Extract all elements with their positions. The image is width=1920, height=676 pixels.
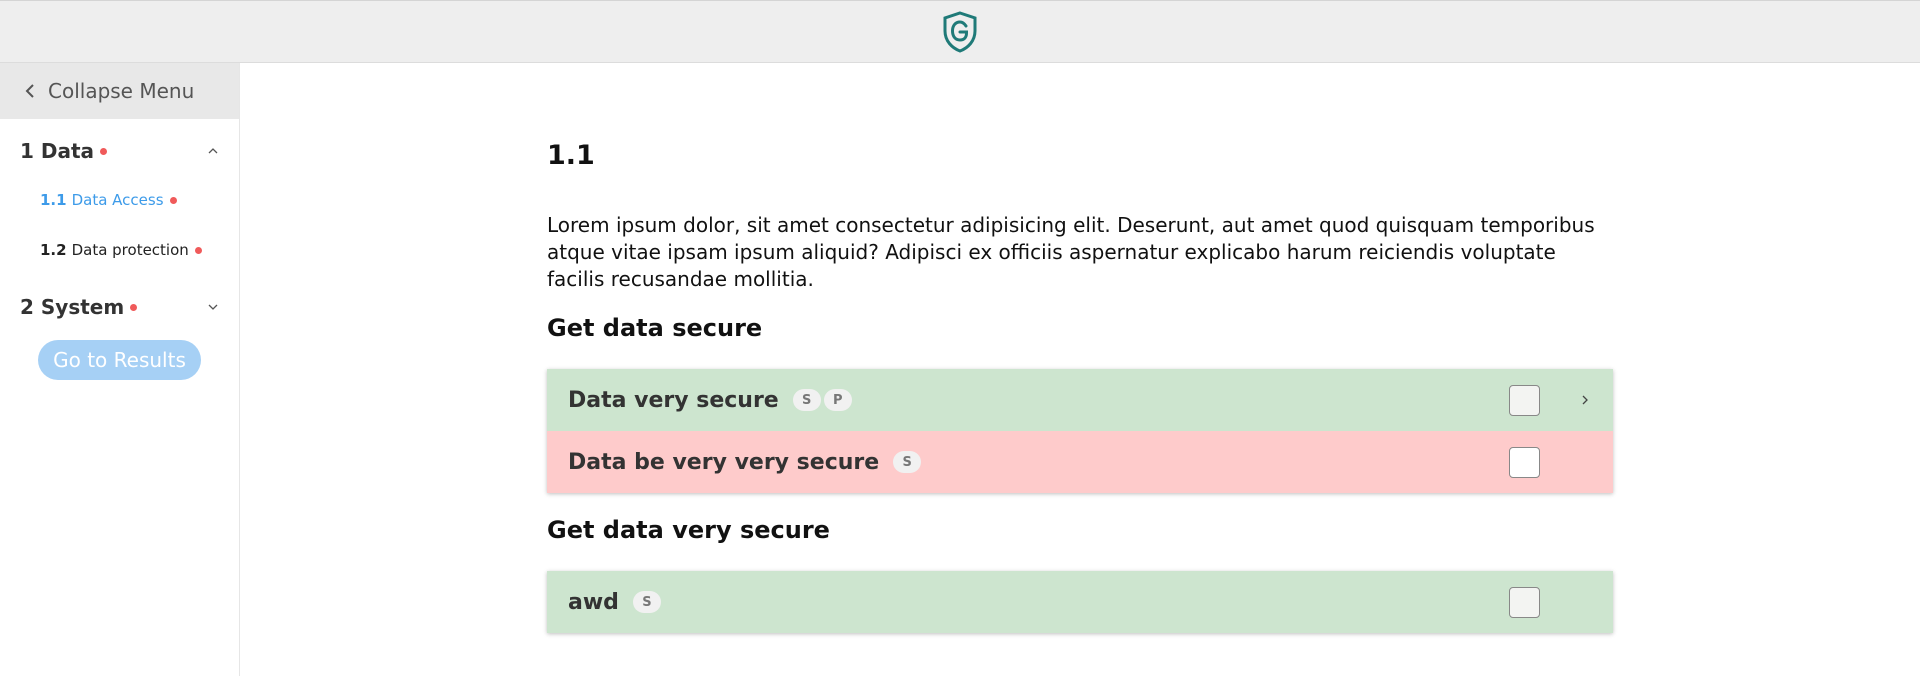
shield-logo-icon[interactable] <box>941 11 979 53</box>
group-title: Get data very secure <box>547 516 830 544</box>
top-bar <box>0 0 1920 63</box>
chevron-right-icon[interactable] <box>1580 394 1590 406</box>
intro-paragraph: Lorem ipsum dolor, sit amet consectetur … <box>547 213 1595 291</box>
question-card: awd S <box>547 571 1613 633</box>
badge: S <box>632 591 661 613</box>
badge-group: S <box>893 451 924 473</box>
item-label: Data Access <box>71 191 164 209</box>
alert-dot <box>194 246 202 254</box>
page-title: 1.1 <box>547 140 595 171</box>
badge-group: S P <box>792 389 855 411</box>
badge-group: S <box>632 591 664 613</box>
question-title: Data be very very secure <box>568 449 880 475</box>
collapse-menu-button[interactable]: Collapse Menu <box>0 63 239 119</box>
question-row[interactable]: Data be very very secure S <box>547 431 1613 493</box>
sidebar: Collapse Menu 1 Data 1.1 Data Access 1.2… <box>0 63 240 676</box>
item-label: Data protection <box>71 241 189 259</box>
badge: S <box>792 389 821 411</box>
alert-dot <box>169 196 177 204</box>
question-title: awd <box>568 589 619 615</box>
go-to-results-button[interactable]: Go to Results <box>38 340 201 380</box>
section-title: 2 System <box>20 295 125 319</box>
badge: S <box>893 451 922 473</box>
collapse-menu-label: Collapse Menu <box>48 79 195 103</box>
question-card: Data very secure S P Data be very very s… <box>547 369 1613 493</box>
question-row[interactable]: Data very secure S P <box>547 369 1613 431</box>
sidebar-item-data-access[interactable]: 1.1 Data Access <box>40 191 177 209</box>
checkbox[interactable] <box>1509 385 1540 416</box>
item-number: 1.1 <box>40 191 67 209</box>
chevron-left-icon <box>25 84 34 98</box>
sidebar-item-data-protection[interactable]: 1.2 Data protection <box>40 241 202 259</box>
chevron-down-icon <box>208 304 218 310</box>
checkbox[interactable] <box>1509 447 1540 478</box>
alert-dot <box>100 147 108 155</box>
question-row[interactable]: awd S <box>547 571 1613 633</box>
group-title: Get data secure <box>547 314 763 342</box>
chevron-up-icon <box>208 148 218 154</box>
sidebar-section-data[interactable]: 1 Data <box>0 133 239 169</box>
badge: P <box>823 389 852 411</box>
question-title: Data very secure <box>568 387 779 413</box>
checkbox[interactable] <box>1509 587 1540 618</box>
alert-dot <box>130 303 138 311</box>
section-title: 1 Data <box>20 139 95 163</box>
item-number: 1.2 <box>40 241 67 259</box>
sidebar-section-system[interactable]: 2 System <box>0 289 239 325</box>
